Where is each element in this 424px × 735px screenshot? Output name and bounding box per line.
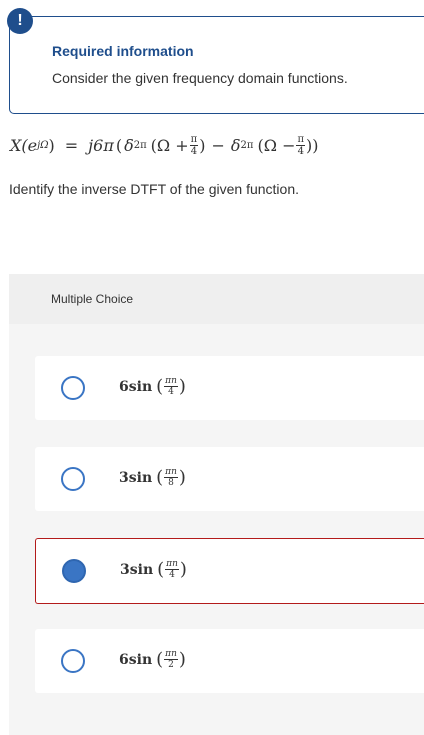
choice-coef: 6sin	[119, 651, 153, 668]
choice-frac-num: πn	[164, 376, 178, 387]
eq-lhs-close: )	[48, 136, 55, 155]
choice-coef: 6sin	[119, 378, 153, 395]
exclamation-icon: !	[7, 8, 33, 34]
choice-option-4[interactable]: 6sin ( πn 2 )	[35, 629, 424, 693]
choice-frac-num: πn	[165, 559, 179, 570]
choice-frac-num: πn	[164, 649, 178, 660]
eq-frac2-den: 4	[297, 146, 304, 157]
choice-option-3[interactable]: 3sin ( πn 4 )	[35, 538, 424, 604]
choice-frac-den: 4	[168, 387, 174, 397]
choice-frac: πn 8	[164, 467, 178, 488]
multiple-choice-panel: Multiple Choice 6sin ( πn 4 ) 3sin ( πn 8 …	[9, 274, 424, 735]
choice-frac: πn 2	[164, 649, 178, 670]
radio-button[interactable]	[61, 376, 85, 400]
eq-frac2-num: π	[296, 134, 306, 146]
choice-frac-num: πn	[164, 467, 178, 478]
eq-arg2-open: (Ω −	[257, 136, 296, 155]
choice-option-2[interactable]: 3sin ( πn 8 )	[35, 447, 424, 511]
eq-arg1-open: (Ω +	[150, 136, 189, 155]
multiple-choice-header: Multiple Choice	[9, 274, 424, 324]
equation: X(e jΩ) = j6π ( δ 2π (Ω + π4 ) − δ 2π (Ω − …	[10, 134, 319, 157]
question-text: Identify the inverse DTFT of the given f…	[9, 181, 300, 197]
eq-frac1-num: π	[189, 134, 199, 146]
choice-frac-den: 2	[168, 660, 174, 670]
radio-button[interactable]	[61, 467, 85, 491]
eq-equals: =	[64, 136, 79, 155]
eq-frac1-den: 4	[190, 146, 198, 157]
eq-arg2-close: ))	[306, 136, 319, 155]
eq-delta2: δ	[230, 136, 241, 155]
eq-lhs: X(e	[10, 136, 38, 155]
choice-text: 3sin ( πn 8 )	[119, 467, 186, 488]
choice-coef: 3sin	[120, 561, 154, 578]
radio-button-selected[interactable]	[62, 559, 86, 583]
eq-lhs-sup: jΩ	[37, 140, 49, 151]
choice-coef: 3sin	[119, 469, 153, 486]
eq-coef: j6π	[88, 136, 114, 155]
eq-delta1: δ	[124, 136, 134, 155]
choice-frac: πn 4	[165, 559, 179, 580]
eq-arg1-close: )	[199, 136, 206, 155]
required-info-box	[9, 16, 424, 114]
eq-minus: −	[211, 136, 225, 155]
eq-delta1-sub: 2π	[133, 140, 147, 151]
required-info-text: Consider the given frequency domain func…	[52, 70, 348, 86]
eq-delta2-sub: 2π	[240, 140, 254, 151]
choice-text: 6sin ( πn 2 )	[119, 649, 186, 670]
radio-button[interactable]	[61, 649, 85, 673]
choice-option-1[interactable]: 6sin ( πn 4 )	[35, 356, 424, 420]
choice-frac-den: 4	[169, 570, 175, 580]
choice-frac: πn 4	[164, 376, 178, 397]
eq-open: (	[115, 136, 123, 155]
eq-frac2: π4	[296, 134, 306, 157]
choice-text: 3sin ( πn 4 )	[120, 559, 187, 580]
multiple-choice-label: Multiple Choice	[51, 292, 134, 306]
choice-text: 6sin ( πn 4 )	[119, 376, 186, 397]
required-info-title: Required information	[52, 43, 194, 59]
eq-frac1: π4	[189, 134, 199, 157]
choice-frac-den: 8	[168, 478, 174, 488]
